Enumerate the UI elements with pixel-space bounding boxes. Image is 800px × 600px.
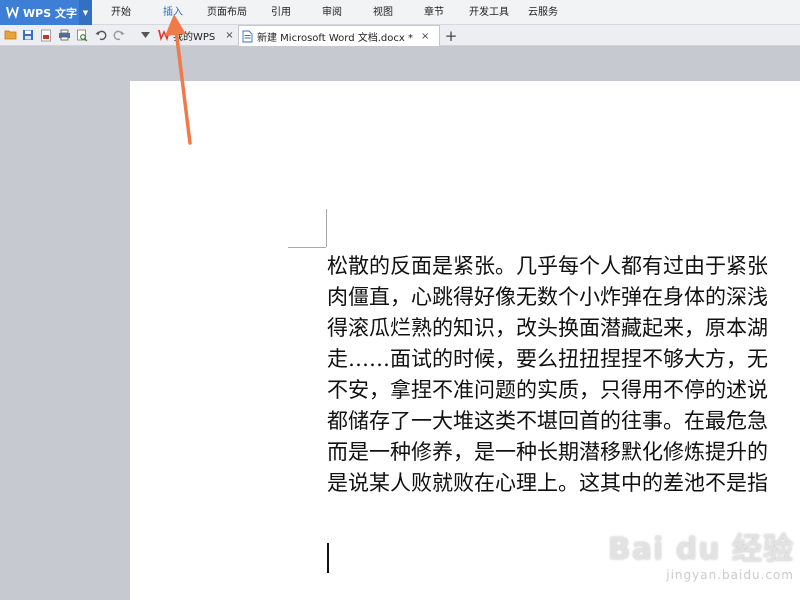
save-icon[interactable] (21, 28, 35, 42)
text-line[interactable]: 得滚瓜烂熟的知识，改头换面潜藏起来，原本湖 (327, 313, 800, 344)
app-dropdown-icon[interactable]: ▼ (79, 0, 92, 25)
document-body[interactable]: 松散的反面是紧张。几乎每个人都有过由于紧张 肉僵直，心跳得好像无数个小炸弹在身体… (327, 251, 800, 499)
menu-item-chapter[interactable]: 章节 (424, 0, 444, 25)
text-line[interactable]: 不安，拿捏不准问题的实质，只得用不停的述说 (327, 375, 800, 406)
dropdown-arrow-icon[interactable] (138, 28, 152, 42)
menu-item-view[interactable]: 视图 (373, 0, 393, 25)
undo-icon[interactable] (94, 28, 108, 42)
wps-tab-logo-icon (157, 30, 171, 41)
menu-item-review[interactable]: 审阅 (322, 0, 342, 25)
menu-item-developer[interactable]: 开发工具 (469, 0, 509, 25)
tab-label: 我的WPS (173, 32, 216, 43)
redo-icon[interactable] (112, 28, 126, 42)
watermark-url: jingyan.baidu.com (666, 568, 794, 582)
text-line[interactable]: 肉僵直，心跳得好像无数个小炸弹在身体的深浅 (327, 282, 800, 313)
margin-corner-mark (288, 247, 326, 248)
wps-logo-icon (5, 6, 19, 20)
watermark: Bai du 经验 jingyan.baidu.com (594, 524, 794, 594)
export-icon[interactable] (39, 28, 53, 42)
text-line[interactable]: 是说某人败就败在心理上。这其中的差池不是指 (327, 468, 800, 499)
new-tab-button[interactable]: + (443, 25, 459, 46)
tab-document[interactable]: 新建 Microsoft Word 文档.docx * × (238, 25, 440, 46)
tab-my-wps[interactable]: 我的WPS × (155, 25, 237, 46)
watermark-logo: Bai du 经验 (607, 532, 794, 567)
menu-item-insert[interactable]: 插入 (163, 0, 183, 25)
close-icon[interactable]: × (225, 30, 233, 41)
print-icon[interactable] (57, 28, 71, 42)
text-line[interactable]: 走……面试的时候，要么扭扭捏捏不够大方，无 (327, 344, 800, 375)
document-page[interactable]: 松散的反面是紧张。几乎每个人都有过由于紧张 肉僵直，心跳得好像无数个小炸弹在身体… (130, 81, 800, 600)
tab-label: 新建 Microsoft Word 文档.docx * (257, 32, 413, 44)
text-line[interactable]: 都储存了一大堆这类不堪回首的往事。在最危急 (327, 406, 800, 437)
document-icon (242, 30, 253, 43)
menu-item-references[interactable]: 引用 (271, 0, 291, 25)
print-preview-icon[interactable] (75, 28, 89, 42)
text-cursor (327, 543, 329, 573)
document-workspace: 松散的反面是紧张。几乎每个人都有过由于紧张 肉僵直，心跳得好像无数个小炸弹在身体… (0, 46, 800, 600)
app-menu-button[interactable]: WPS 文字 ▼ (0, 0, 92, 25)
margin-corner-mark (326, 209, 327, 247)
text-line[interactable]: 松散的反面是紧张。几乎每个人都有过由于紧张 (327, 251, 800, 282)
menu-item-page-layout[interactable]: 页面布局 (207, 0, 247, 25)
open-folder-icon[interactable] (4, 28, 18, 42)
close-icon[interactable]: × (421, 31, 429, 42)
menu-item-cloud[interactable]: 云服务 (528, 0, 558, 25)
menu-item-home[interactable]: 开始 (111, 0, 131, 25)
text-line[interactable]: 而是一种修养，是一种长期潜移默化修炼提升的 (327, 437, 800, 468)
app-name: WPS 文字 (23, 6, 77, 20)
quick-toolbar: 我的WPS × 新建 Microsoft Word 文档.docx * × + (0, 25, 800, 46)
menu-bar: WPS 文字 ▼ 开始 插入 页面布局 引用 审阅 视图 章节 开发工具 云服务 (0, 0, 800, 25)
